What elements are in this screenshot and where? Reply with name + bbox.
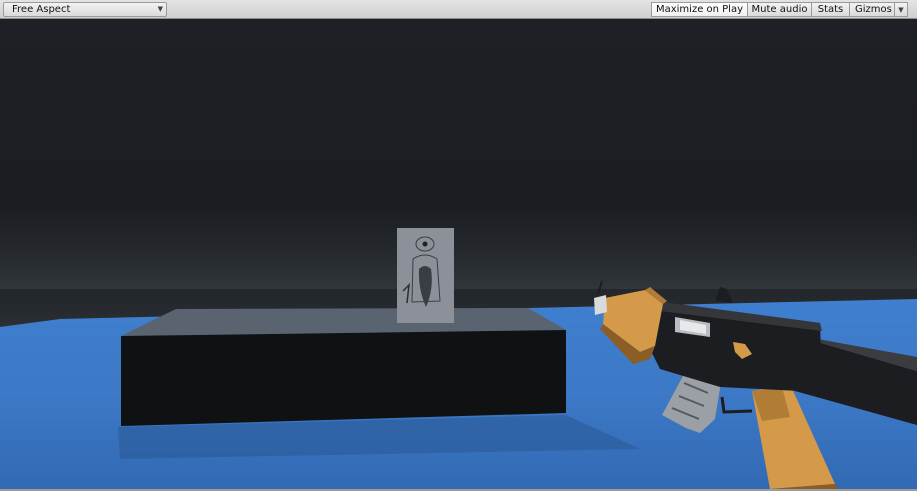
maximize-on-play-toggle[interactable]: Maximize on Play [651,2,748,17]
aspect-ratio-label: Free Aspect [12,4,71,15]
shooting-target [397,228,454,323]
dropdown-arrow-icon: ▼ [898,6,904,14]
stats-toggle[interactable]: Stats [811,2,850,17]
game-viewport[interactable] [0,19,917,489]
horizon-glow [0,199,917,289]
mute-audio-toggle[interactable]: Mute audio [747,2,812,17]
platform-front [121,330,566,426]
aspect-ratio-dropdown[interactable]: Free Aspect ▼ [3,2,167,17]
gizmos-dropdown-arrow[interactable]: ▼ [894,2,908,17]
game-view-toolbar: Free Aspect ▼ Maximize on Play Mute audi… [0,0,917,19]
gizmos-label: Gizmos [855,4,892,15]
dropdown-arrow-icon: ▼ [157,5,163,13]
scene-render [0,199,917,489]
